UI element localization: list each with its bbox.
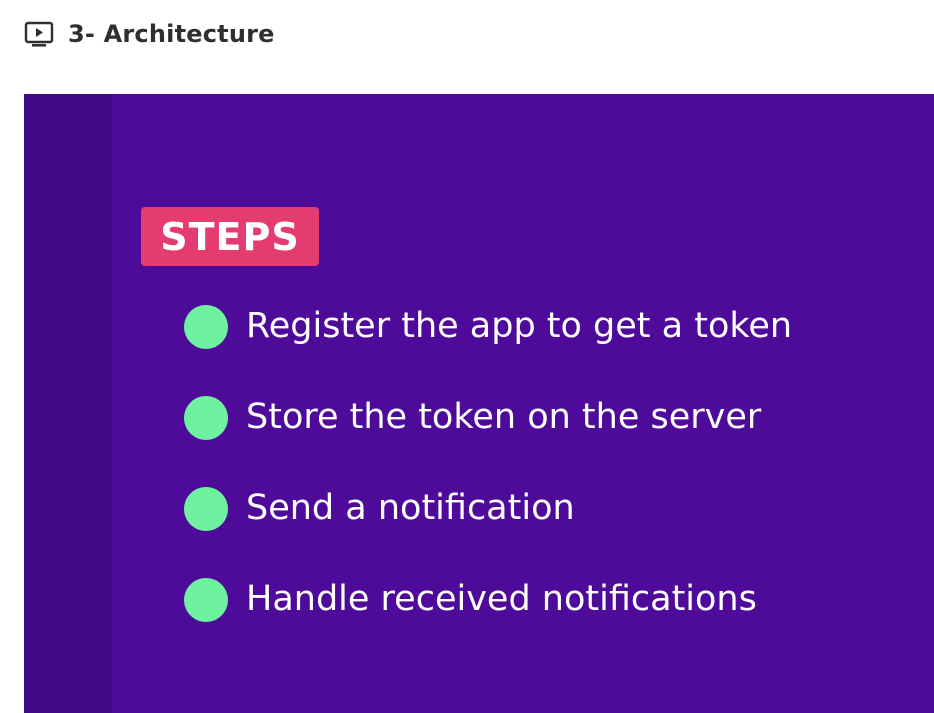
step-text: Store the token on the server <box>246 397 762 437</box>
bullet-circle-icon <box>184 487 228 531</box>
bullet-circle-icon <box>184 578 228 622</box>
steps-badge: STEPS <box>141 207 319 266</box>
step-item: Handle received notifications <box>184 575 792 666</box>
step-list: Register the app to get a token Store th… <box>184 302 792 666</box>
video-slide[interactable]: STEPS Register the app to get a token St… <box>24 94 934 713</box>
bullet-circle-icon <box>184 305 228 349</box>
slide-side-band <box>24 94 112 713</box>
step-item: Store the token on the server <box>184 393 792 484</box>
step-item: Register the app to get a token <box>184 302 792 393</box>
step-item: Send a notification <box>184 484 792 575</box>
lecture-page: 3- Architecture STEPS Register the app t… <box>0 0 934 713</box>
lecture-title: 3- Architecture <box>68 20 275 48</box>
video-play-icon <box>24 19 54 49</box>
bullet-circle-icon <box>184 396 228 440</box>
step-text: Send a notification <box>246 488 575 528</box>
step-text: Handle received notifications <box>246 579 757 619</box>
lecture-header: 3- Architecture <box>24 18 275 50</box>
step-text: Register the app to get a token <box>246 306 793 346</box>
